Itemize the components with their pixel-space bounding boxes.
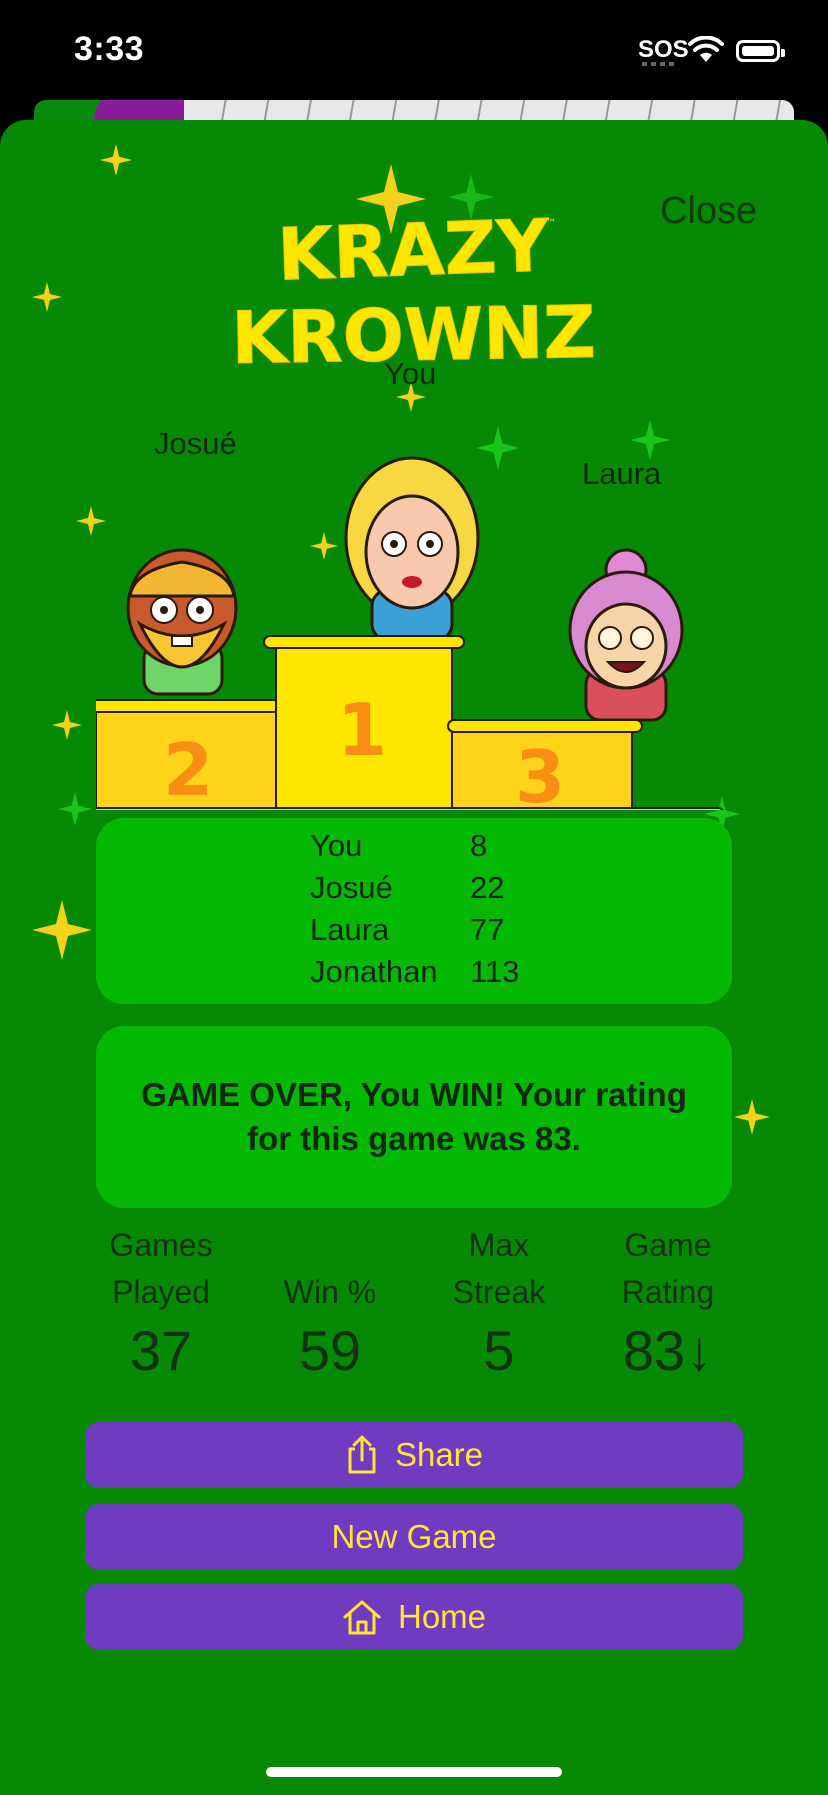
signal-dots-icon — [642, 62, 674, 66]
stat-label-line2: Win % — [283, 1274, 377, 1310]
sparkle-icon — [52, 710, 82, 740]
podium-rank-second: 2 — [163, 728, 213, 810]
sos-indicator: SOS — [638, 36, 689, 63]
home-icon — [343, 1600, 381, 1635]
game-over-message: GAME OVER, You WIN! Your rating for this… — [141, 1076, 687, 1157]
stat-label: Max Streak — [414, 1222, 584, 1316]
stat-label-line2: Played — [112, 1274, 210, 1310]
stat-max-streak: Max Streak 5 — [414, 1222, 584, 1386]
score-value: 113 — [470, 954, 520, 989]
sparkle-icon — [100, 144, 132, 176]
share-button[interactable]: Share — [85, 1422, 743, 1488]
avatar-josue — [126, 548, 238, 696]
home-button[interactable]: Home — [85, 1584, 743, 1650]
score-player: Jonathan — [310, 954, 438, 989]
stat-label-line1: Game — [624, 1227, 712, 1263]
stat-value: 83↓ — [622, 1319, 714, 1382]
stat-label-line1: Games — [109, 1227, 213, 1263]
background-keyboard — [184, 100, 794, 122]
score-row: You 8 — [310, 828, 487, 864]
stat-win-percent: Win % 59 — [245, 1222, 415, 1386]
sparkle-icon — [32, 900, 92, 960]
stat-games-played: Games Played 37 — [76, 1222, 246, 1386]
stat-label-line1: Max — [468, 1227, 530, 1263]
score-value: 77 — [470, 912, 505, 947]
home-indicator[interactable] — [266, 1767, 562, 1777]
game-over-panel: GAME OVER, You WIN! Your rating for this… — [96, 1026, 732, 1208]
score-value: 22 — [470, 870, 505, 905]
score-row: Jonathan 113 — [310, 954, 519, 990]
share-label: Share — [394, 1436, 484, 1473]
stat-label: Game Rating — [583, 1222, 753, 1316]
game-over-sheet: Close KRAZY KROWNZ ™ You Josué Laura 2 1… — [0, 120, 828, 1795]
score-player: You — [310, 828, 363, 863]
stat-value: 5 — [483, 1319, 515, 1382]
scores-panel: You 8 Josué 22 Laura 77 Jonathan 113 — [96, 818, 732, 1004]
new-game-button[interactable]: New Game — [85, 1504, 743, 1570]
winners-podium: 2 1 3 — [96, 456, 724, 810]
close-button[interactable]: Close — [660, 190, 757, 233]
score-player: Josué — [310, 870, 393, 905]
sparkle-icon — [32, 282, 62, 312]
stat-label-line2: Streak — [452, 1274, 546, 1310]
sparkle-icon — [734, 1099, 770, 1135]
podium-name-first: You — [384, 356, 437, 391]
sparkle-icon — [58, 792, 92, 826]
avatar-laura — [568, 548, 684, 722]
stat-label-line2: Rating — [621, 1274, 715, 1310]
home-label: Home — [397, 1598, 487, 1635]
podium-rank-third: 3 — [515, 735, 565, 810]
score-player: Laura — [310, 912, 390, 947]
avatar-you — [344, 456, 480, 642]
new-game-label: New Game — [331, 1518, 497, 1555]
score-row: Josué 22 — [310, 870, 504, 906]
stat-value: 59 — [298, 1319, 362, 1382]
score-value: 8 — [470, 828, 488, 863]
status-bar: 3:33 SOS — [0, 0, 828, 100]
podium-rank-first: 1 — [337, 688, 387, 772]
score-row: Laura 77 — [310, 912, 504, 948]
share-icon — [348, 1435, 376, 1474]
stat-value: 37 — [129, 1319, 193, 1382]
stat-game-rating: Game Rating 83↓ — [583, 1222, 753, 1386]
stat-label: Games Played — [76, 1222, 246, 1316]
krazy-krownz-logo: KRAZY KROWNZ ™ — [230, 203, 597, 375]
status-time: 3:33 — [74, 30, 145, 68]
stat-label: Win % — [245, 1222, 415, 1316]
trademark-mark: ™ — [546, 218, 556, 229]
wifi-icon — [688, 36, 724, 62]
logo-line1: KRAZY — [276, 203, 551, 296]
battery-icon — [736, 40, 785, 62]
